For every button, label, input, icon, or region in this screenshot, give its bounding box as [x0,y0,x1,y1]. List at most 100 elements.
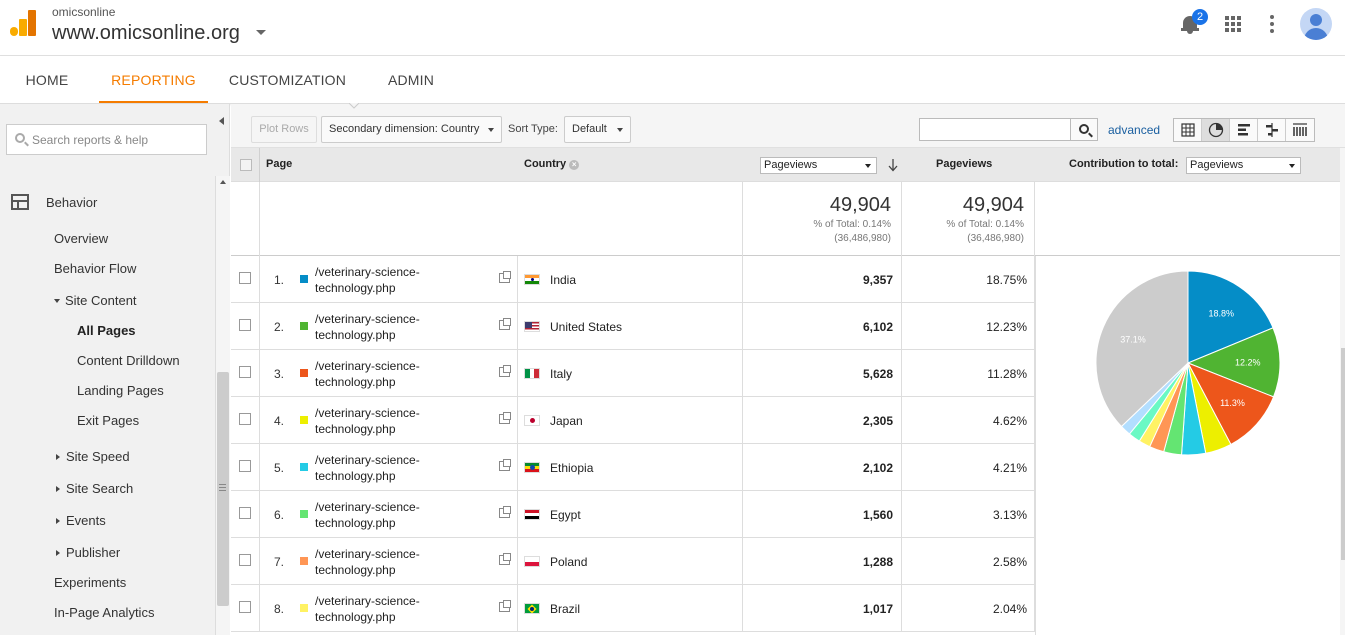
row-checkbox[interactable] [239,460,251,472]
sort-type-select[interactable]: Default [564,116,631,143]
sidebar-item-behavior-flow[interactable]: Behavior Flow [54,261,136,276]
sidebar-item-site-search[interactable]: Site Search [56,481,133,496]
row-color-swatch [300,369,308,377]
pie-view-icon[interactable] [1202,119,1230,141]
page-path-link[interactable]: /veterinary-science-technology.php [315,452,495,484]
remove-dimension-icon[interactable]: × [569,160,580,170]
country-flag-icon [524,274,540,285]
comparison-view-icon[interactable] [1258,119,1286,141]
page-path-link[interactable]: /veterinary-science-technology.php [315,311,495,343]
sort-descending-icon[interactable] [888,158,898,172]
country-flag-icon [524,321,540,332]
table-row[interactable]: 3. /veterinary-science-technology.php Ital… [231,350,1035,397]
analytics-logo-icon[interactable] [10,10,36,36]
country-name[interactable]: Poland [550,555,587,569]
table-row[interactable]: 5. /veterinary-science-technology.php Ethi… [231,444,1035,491]
page-path-link[interactable]: /veterinary-science-technology.php [315,358,495,390]
column-header-page[interactable]: Page [266,158,292,170]
country-flag-icon [524,509,540,520]
apps-grid-icon[interactable] [1225,16,1241,32]
column-divider [259,397,260,444]
country-name[interactable]: India [550,273,576,287]
pivot-view-icon[interactable] [1286,119,1314,141]
row-checkbox[interactable] [239,507,251,519]
row-number: 1. [274,273,285,287]
contribution-select[interactable]: Pageviews [1186,157,1301,174]
country-name[interactable]: Japan [550,414,583,428]
external-link-icon[interactable] [499,412,511,424]
country-name[interactable]: Italy [550,367,572,381]
table-view-icon[interactable] [1174,119,1202,141]
select-all-checkbox[interactable] [240,159,252,171]
sidebar-item-events[interactable]: Events [56,513,106,528]
table-row[interactable]: 1. /veterinary-science-technology.php Indi… [231,256,1035,303]
page-path-link[interactable]: /veterinary-science-technology.php [315,405,495,437]
row-color-swatch [300,604,308,612]
column-header-country[interactable]: Country × [524,158,580,170]
tab-customization[interactable]: CUSTOMIZATION [226,56,349,103]
external-link-icon[interactable] [499,600,511,612]
page-path-link[interactable]: /veterinary-science-technology.php [315,499,495,531]
table-search-button[interactable] [1070,118,1098,141]
external-link-icon[interactable] [499,318,511,330]
sidebar-item-experiments[interactable]: Experiments [54,575,126,590]
row-checkbox[interactable] [239,319,251,331]
external-link-icon[interactable] [499,271,511,283]
external-link-icon[interactable] [499,459,511,471]
country-name[interactable]: Ethiopia [550,461,593,475]
advanced-filter-link[interactable]: advanced [1108,123,1160,137]
row-checkbox[interactable] [239,601,251,613]
collapse-sidebar-icon[interactable] [219,117,224,125]
column-header-pageviews[interactable]: Pageviews [936,158,992,170]
page-path-link[interactable]: /veterinary-science-technology.php [315,264,495,296]
sidebar-item-content-drilldown[interactable]: Content Drilldown [77,353,180,368]
table-search-input[interactable] [919,118,1071,141]
page-scrollbar[interactable] [1340,148,1345,635]
secondary-dimension-select[interactable]: Secondary dimension: Country [321,116,502,143]
sidebar-item-all-pages[interactable]: All Pages [77,323,136,338]
country-name[interactable]: Egypt [550,508,581,522]
sidebar-scrollbar[interactable] [215,176,230,635]
search-reports-input[interactable] [32,130,202,150]
table-row[interactable]: 6. /veterinary-science-technology.php Egyp… [231,491,1035,538]
row-checkbox[interactable] [239,272,251,284]
external-link-icon[interactable] [499,365,511,377]
sidebar-item-site-content[interactable]: Site Content [54,293,137,308]
account-chevron-down-icon[interactable] [256,30,266,35]
tab-home[interactable]: HOME [14,56,80,103]
row-checkbox[interactable] [239,366,251,378]
table-row[interactable]: 8. /veterinary-science-technology.php Braz… [231,585,1035,632]
sidebar-item-overview[interactable]: Overview [54,231,108,246]
sidebar-section-behavior[interactable]: Behavior [46,195,97,210]
external-link-icon[interactable] [499,506,511,518]
page-path-link[interactable]: /veterinary-science-technology.php [315,546,495,578]
page-path-link[interactable]: /veterinary-science-technology.php [315,593,495,625]
tab-reporting[interactable]: REPORTING [99,56,208,103]
bar-view-icon[interactable] [1230,119,1258,141]
row-checkbox[interactable] [239,554,251,566]
metric-select[interactable]: Pageviews [760,157,877,174]
scroll-up-icon[interactable] [220,180,226,184]
table-row[interactable]: 2. /veterinary-science-technology.php Unit… [231,303,1035,350]
more-options-icon[interactable] [1270,15,1274,33]
property-name[interactable]: www.omicsonline.org [52,22,240,45]
tab-admin[interactable]: ADMIN [380,56,442,103]
pie-slice-label: 12.2% [1235,358,1261,368]
country-name[interactable]: Brazil [550,602,580,616]
scrollbar-thumb[interactable] [1341,348,1345,560]
table-row[interactable]: 4. /veterinary-science-technology.php Japa… [231,397,1035,444]
country-name[interactable]: United States [550,320,622,334]
sidebar-item-site-speed[interactable]: Site Speed [56,449,130,464]
table-row[interactable]: 7. /veterinary-science-technology.php Pola… [231,538,1035,585]
user-avatar[interactable] [1300,8,1332,40]
sidebar-item-exit-pages[interactable]: Exit Pages [77,413,139,428]
contribution-percent: 4.21% [992,461,1027,475]
sidebar-item-in-page-analytics[interactable]: In-Page Analytics [54,605,154,620]
plot-rows-button[interactable]: Plot Rows [251,116,317,143]
contribution-select-value: Pageviews [1190,159,1244,171]
external-link-icon[interactable] [499,553,511,565]
row-checkbox[interactable] [239,413,251,425]
sidebar-item-publisher[interactable]: Publisher [56,545,120,560]
pie-slice-label: 11.3% [1220,398,1245,408]
sidebar-item-landing-pages[interactable]: Landing Pages [77,383,164,398]
